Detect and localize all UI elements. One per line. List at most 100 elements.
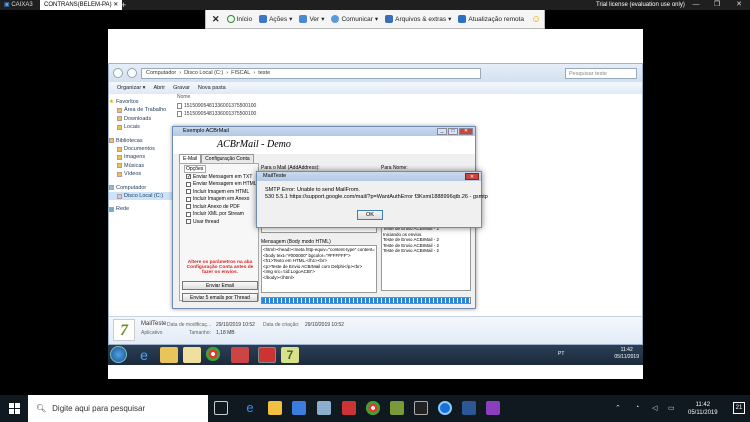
nav-desktop[interactable]: Área de Trabalho bbox=[109, 106, 175, 114]
checkbox-icon[interactable] bbox=[186, 211, 191, 217]
nav-music[interactable]: Músicas bbox=[109, 162, 175, 170]
option-pdf[interactable]: Incluir Anexo de PDF bbox=[180, 203, 258, 211]
maximize-icon[interactable]: □ bbox=[448, 128, 458, 135]
checkbox-icon[interactable] bbox=[186, 181, 191, 187]
file-item[interactable]: 15150905481336001375500100 bbox=[177, 102, 256, 110]
remote-clock[interactable]: 11:42 05/11/2019 bbox=[614, 347, 639, 361]
address-bar[interactable]: Computador › Disco Local (C:) › FISCAL › te… bbox=[141, 67, 481, 79]
app-purple-icon[interactable] bbox=[486, 401, 500, 415]
smiley-icon[interactable]: ☺ bbox=[531, 14, 541, 25]
breadcrumb-disk[interactable]: Disco Local (C:) bbox=[184, 70, 223, 76]
organize-button[interactable]: Organizar ▾ bbox=[117, 85, 145, 91]
option-image-html[interactable]: Incluir Imagem em HTML bbox=[180, 188, 258, 196]
toolbar-close-icon[interactable]: ✕ bbox=[212, 14, 220, 25]
minimize-icon[interactable]: — bbox=[687, 0, 705, 10]
file-explorer-icon[interactable] bbox=[268, 401, 282, 415]
windows-start-icon[interactable] bbox=[9, 403, 20, 414]
host-tab-caixa3[interactable]: ▣ CAIXA3 bbox=[0, 0, 37, 10]
network-icon[interactable]: ⌃ bbox=[615, 404, 621, 412]
start-orb-icon[interactable] bbox=[110, 346, 127, 363]
details-created: 29/10/2019 10:52 bbox=[305, 322, 344, 328]
forward-icon[interactable] bbox=[127, 68, 137, 78]
checkbox-icon[interactable] bbox=[186, 204, 191, 210]
explorer-app-icon[interactable] bbox=[183, 347, 201, 363]
dialog-titlebar[interactable]: MailTeste ✕ bbox=[257, 172, 481, 181]
wifi-icon[interactable]: ◔ bbox=[635, 404, 639, 411]
folder-icon[interactable] bbox=[160, 347, 178, 363]
send-email-button[interactable]: Enviar Email bbox=[182, 281, 258, 290]
search-input[interactable]: Pesquisar teste bbox=[565, 68, 637, 79]
local-clock[interactable]: 11:42 05/11/2019 bbox=[688, 401, 718, 417]
checkbox-icon[interactable] bbox=[186, 189, 191, 195]
restore-icon[interactable]: ❐ bbox=[708, 0, 726, 10]
nav-computer[interactable]: Computador bbox=[109, 184, 175, 192]
teamviewer-icon[interactable] bbox=[438, 401, 452, 415]
new-tab-button[interactable]: + bbox=[117, 0, 130, 10]
toolbar-remote-update-button[interactable]: Atualização remota bbox=[458, 15, 524, 23]
breadcrumb-computador[interactable]: Computador bbox=[146, 70, 176, 76]
host-tab-contrans[interactable]: CONTRANS(BELEM-PA) ✕ bbox=[40, 0, 123, 10]
app-red-icon[interactable] bbox=[231, 347, 249, 363]
nav-videos[interactable]: Vídeos bbox=[109, 170, 175, 178]
toolbar-home-button[interactable]: Início bbox=[226, 15, 252, 23]
send-5-emails-button[interactable]: Enviar 5 emails por Thread bbox=[182, 293, 258, 302]
column-header-name[interactable]: Nome bbox=[177, 94, 256, 102]
slack-icon[interactable] bbox=[414, 401, 428, 415]
option-html[interactable]: Enviar Mensagem em HTML bbox=[180, 181, 258, 189]
toolbar-view-button[interactable]: Ver ▾ bbox=[299, 15, 324, 23]
minimize-icon[interactable]: _ bbox=[437, 128, 447, 135]
burn-button[interactable]: Gravar bbox=[173, 85, 190, 91]
close-window-icon[interactable]: ✕ bbox=[730, 0, 748, 10]
chrome-icon[interactable] bbox=[206, 347, 220, 361]
volume-icon[interactable]: ◁ bbox=[652, 404, 657, 412]
toolbar-files-button[interactable]: Arquivos & extras ▾ bbox=[385, 15, 451, 23]
breadcrumb-fiscal[interactable]: FISCAL bbox=[231, 70, 250, 76]
app-active-icon[interactable] bbox=[258, 347, 276, 363]
app-green-icon[interactable] bbox=[390, 401, 404, 415]
file-item[interactable]: 15150905481336001375500100 bbox=[177, 110, 256, 118]
tab-email[interactable]: E-Mail bbox=[179, 154, 202, 163]
close-icon[interactable]: ✕ bbox=[459, 128, 473, 135]
app-red-icon[interactable] bbox=[342, 401, 356, 415]
chrome-icon[interactable] bbox=[366, 401, 380, 415]
nav-favorites[interactable]: ★ Favoritos bbox=[109, 98, 175, 106]
back-icon[interactable] bbox=[113, 68, 123, 78]
new-folder-button[interactable]: Nova pasta bbox=[198, 85, 226, 91]
app-logo-icon: 7 bbox=[113, 319, 135, 341]
nav-downloads[interactable]: Downloads bbox=[109, 115, 175, 123]
mail-icon[interactable] bbox=[317, 401, 331, 415]
option-image-attachment[interactable]: Incluir Imagem em Anexo bbox=[180, 196, 258, 204]
option-xml-stream[interactable]: Incluir XML por Stream bbox=[180, 211, 258, 219]
body-html-memo[interactable]: <html><head><meta http-equiv="content-ty… bbox=[261, 245, 377, 293]
store-icon[interactable] bbox=[292, 401, 306, 415]
acbrmail-titlebar[interactable]: Exemplo ACBrMail _ □ ✕ bbox=[173, 127, 475, 136]
nav-network[interactable]: Rede bbox=[109, 205, 175, 213]
taskbar-search-input[interactable]: 🔍︎ Digite aqui para pesquisar bbox=[28, 395, 208, 422]
battery-icon[interactable]: ▭ bbox=[668, 404, 675, 412]
option-txt[interactable]: ✓ Enviar Mensagem em TXT bbox=[180, 173, 258, 181]
app-blue-icon[interactable] bbox=[462, 401, 476, 415]
notification-center-icon[interactable]: 21 bbox=[733, 402, 745, 414]
ok-button[interactable]: OK bbox=[357, 210, 383, 220]
nav-libraries[interactable]: Bibliotecas bbox=[109, 137, 175, 145]
checkbox-icon[interactable] bbox=[186, 196, 191, 202]
task-view-icon[interactable] bbox=[214, 401, 228, 415]
checkbox-checked-icon[interactable]: ✓ bbox=[186, 174, 191, 180]
edge-icon[interactable]: e bbox=[243, 401, 257, 415]
open-button[interactable]: Abrir bbox=[153, 85, 165, 91]
nav-documents[interactable]: Documentos bbox=[109, 145, 175, 153]
star-icon: ★ bbox=[109, 99, 114, 105]
ie-icon[interactable]: e bbox=[135, 347, 153, 363]
acbr-app-icon[interactable]: 7 bbox=[281, 347, 299, 363]
nav-locais[interactable]: Locais bbox=[109, 123, 175, 131]
nav-local-disk[interactable]: Disco Local (C:) bbox=[109, 191, 175, 201]
option-thread[interactable]: Usar thread bbox=[180, 218, 258, 226]
close-icon[interactable]: ✕ bbox=[465, 173, 479, 180]
checkbox-icon[interactable] bbox=[186, 219, 191, 225]
toolbar-actions-button[interactable]: Ações ▾ bbox=[259, 15, 292, 23]
language-indicator[interactable]: PT bbox=[558, 351, 564, 357]
breadcrumb-teste[interactable]: teste bbox=[258, 70, 270, 76]
tab-account-config[interactable]: Configuração Conta bbox=[201, 154, 254, 163]
nav-images[interactable]: Imagens bbox=[109, 153, 175, 161]
toolbar-communicate-button[interactable]: Comunicar ▾ bbox=[331, 15, 378, 23]
